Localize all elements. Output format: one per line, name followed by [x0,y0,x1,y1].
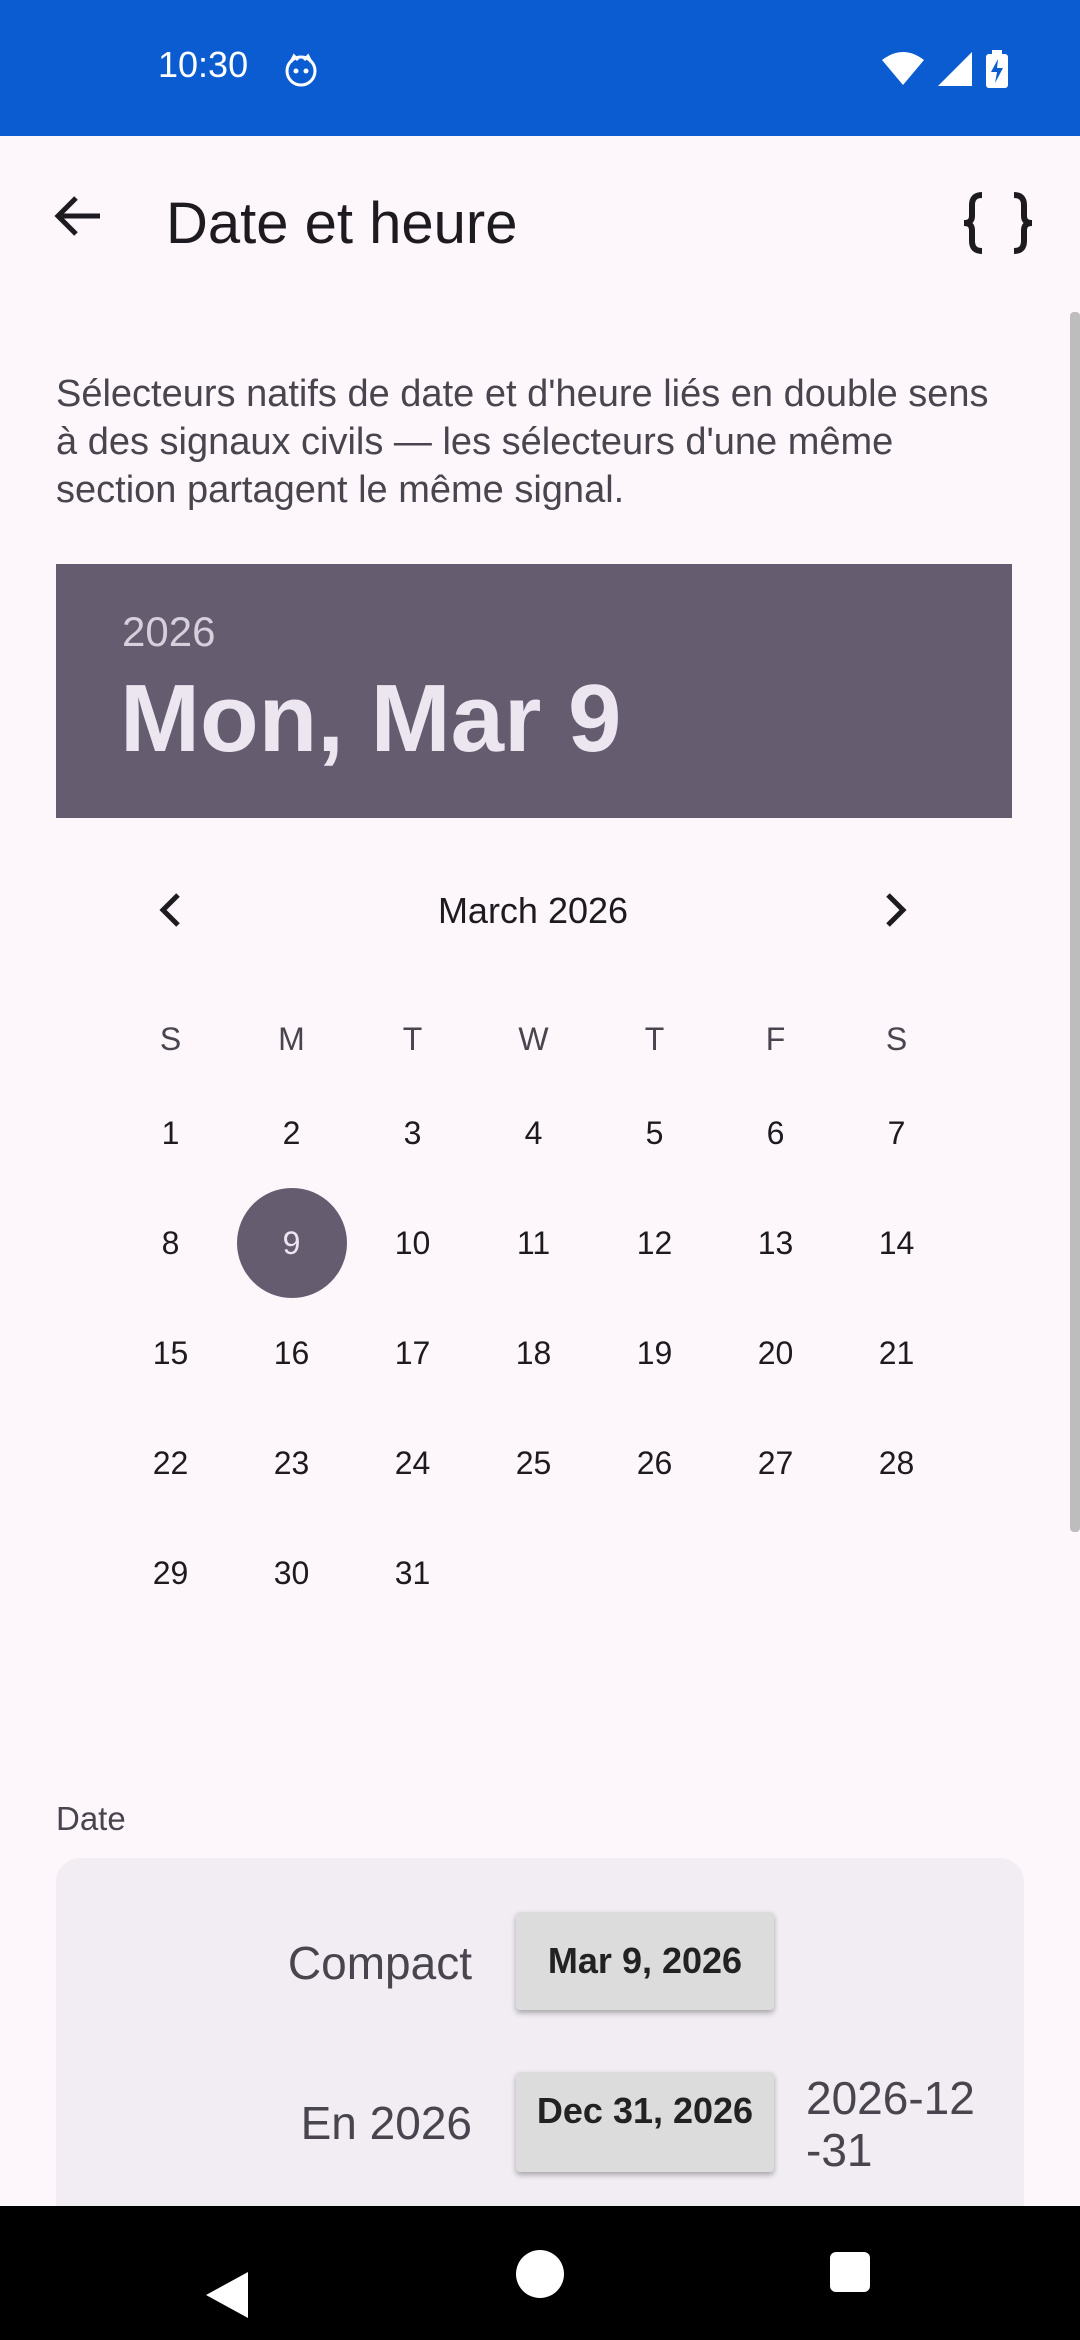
nav-home-icon[interactable] [516,2250,564,2298]
braces-icon [963,192,1033,254]
calendar-day[interactable]: 13 [715,1188,836,1298]
calendar-day-selected[interactable]: 9 [231,1188,352,1298]
calendar-day[interactable]: 15 [110,1298,231,1408]
next-month-button[interactable] [866,880,926,940]
calendar-day[interactable]: 19 [594,1298,715,1408]
calendar-day[interactable]: 11 [473,1188,594,1298]
wifi-icon [882,52,924,85]
calendar-day[interactable]: 28 [836,1408,957,1518]
calendar-day[interactable]: 6 [715,1078,836,1188]
compact-date-button[interactable]: Mar 9, 2026 [516,1912,774,2010]
calendar-day[interactable]: 1 [110,1078,231,1188]
weekday-label: S [159,1020,182,1057]
calendar-day[interactable]: 18 [473,1298,594,1408]
weekday-label: W [518,1020,549,1057]
section-label-date: Date [56,1800,126,1837]
calendar-grid: S M T W T F S 1 2 3 4 5 6 7 8 9 10 11 12… [110,1000,958,1628]
weekday-label: S [885,1020,908,1057]
calendar-day[interactable]: 7 [836,1078,957,1188]
calendar-day[interactable]: 2 [231,1078,352,1188]
calendar-day[interactable]: 12 [594,1188,715,1298]
nav-back-icon[interactable] [204,2270,250,2320]
picker-year[interactable]: 2026 [122,608,215,656]
calendar-day[interactable]: 23 [231,1408,352,1518]
chevron-right-icon [886,893,907,927]
calendar-day[interactable]: 27 [715,1408,836,1518]
scrollbar[interactable] [1070,312,1080,1532]
weekday-label: F [765,1020,786,1057]
app-bar [0,136,1080,312]
calendar-day-empty [473,1518,594,1628]
week-row: 8 9 10 11 12 13 14 [110,1188,958,1298]
battery-charging-icon [986,50,1008,88]
back-button[interactable] [40,178,116,254]
weekday-label: T [644,1020,665,1057]
weekday-label: M [278,1020,305,1057]
calendar-day[interactable]: 24 [352,1408,473,1518]
calendar-day[interactable]: 8 [110,1188,231,1298]
calendar-day[interactable]: 10 [352,1188,473,1298]
calendar-day[interactable]: 4 [473,1078,594,1188]
calendar-day[interactable]: 25 [473,1408,594,1518]
calendar-day[interactable]: 20 [715,1298,836,1408]
calendar-day[interactable]: 29 [110,1518,231,1628]
calendar-day[interactable]: 3 [352,1078,473,1188]
picker-selected-date: Mon, Mar 9 [120,665,622,772]
code-button[interactable] [956,186,1040,260]
calendar-day[interactable]: 21 [836,1298,957,1408]
week-row: 29 30 31 [110,1518,958,1628]
calendar-day[interactable]: 17 [352,1298,473,1408]
calendar-day-empty [594,1518,715,1628]
calendar-day[interactable]: 16 [231,1298,352,1408]
row-label-en-2026: En 2026 [300,2097,472,2149]
calendar-day[interactable]: 14 [836,1188,957,1298]
weekday-row: S M T W T F S [110,1000,958,1078]
selected-day-label: 9 [236,1188,347,1298]
calendar-day-empty [836,1518,957,1628]
calendar-day[interactable]: 31 [352,1518,473,1628]
calendar-day[interactable]: 26 [594,1408,715,1518]
nav-recents-icon[interactable] [830,2252,870,2292]
iso-date-value: 2026-12 -31 [806,2072,975,2176]
calendar-day-empty [715,1518,836,1628]
page-title: Date et heure [166,191,518,256]
intro-text: Sélecteurs natifs de date et d'heure lié… [56,373,989,511]
week-row: 22 23 24 25 26 27 28 [110,1408,958,1518]
calendar-day[interactable]: 22 [110,1408,231,1518]
date-picker-header: 2026 Mon, Mar 9 [56,564,1012,818]
calendar-day[interactable]: 5 [594,1078,715,1188]
row-label-compact: Compact [287,1937,472,1989]
status-time: 10:30 [158,44,249,85]
status-bar: 10:30 [0,0,1080,136]
notification-cat-icon [285,53,317,87]
week-row: 1 2 3 4 5 6 7 [110,1078,958,1188]
year-limited-date-button[interactable]: Dec 31, 2026 [516,2072,774,2172]
arrow-back-icon [54,196,100,236]
calendar-day[interactable]: 30 [231,1518,352,1628]
week-row: 15 16 17 18 19 20 21 [110,1298,958,1408]
weekday-label: T [402,1020,423,1057]
signal-icon [938,52,972,86]
